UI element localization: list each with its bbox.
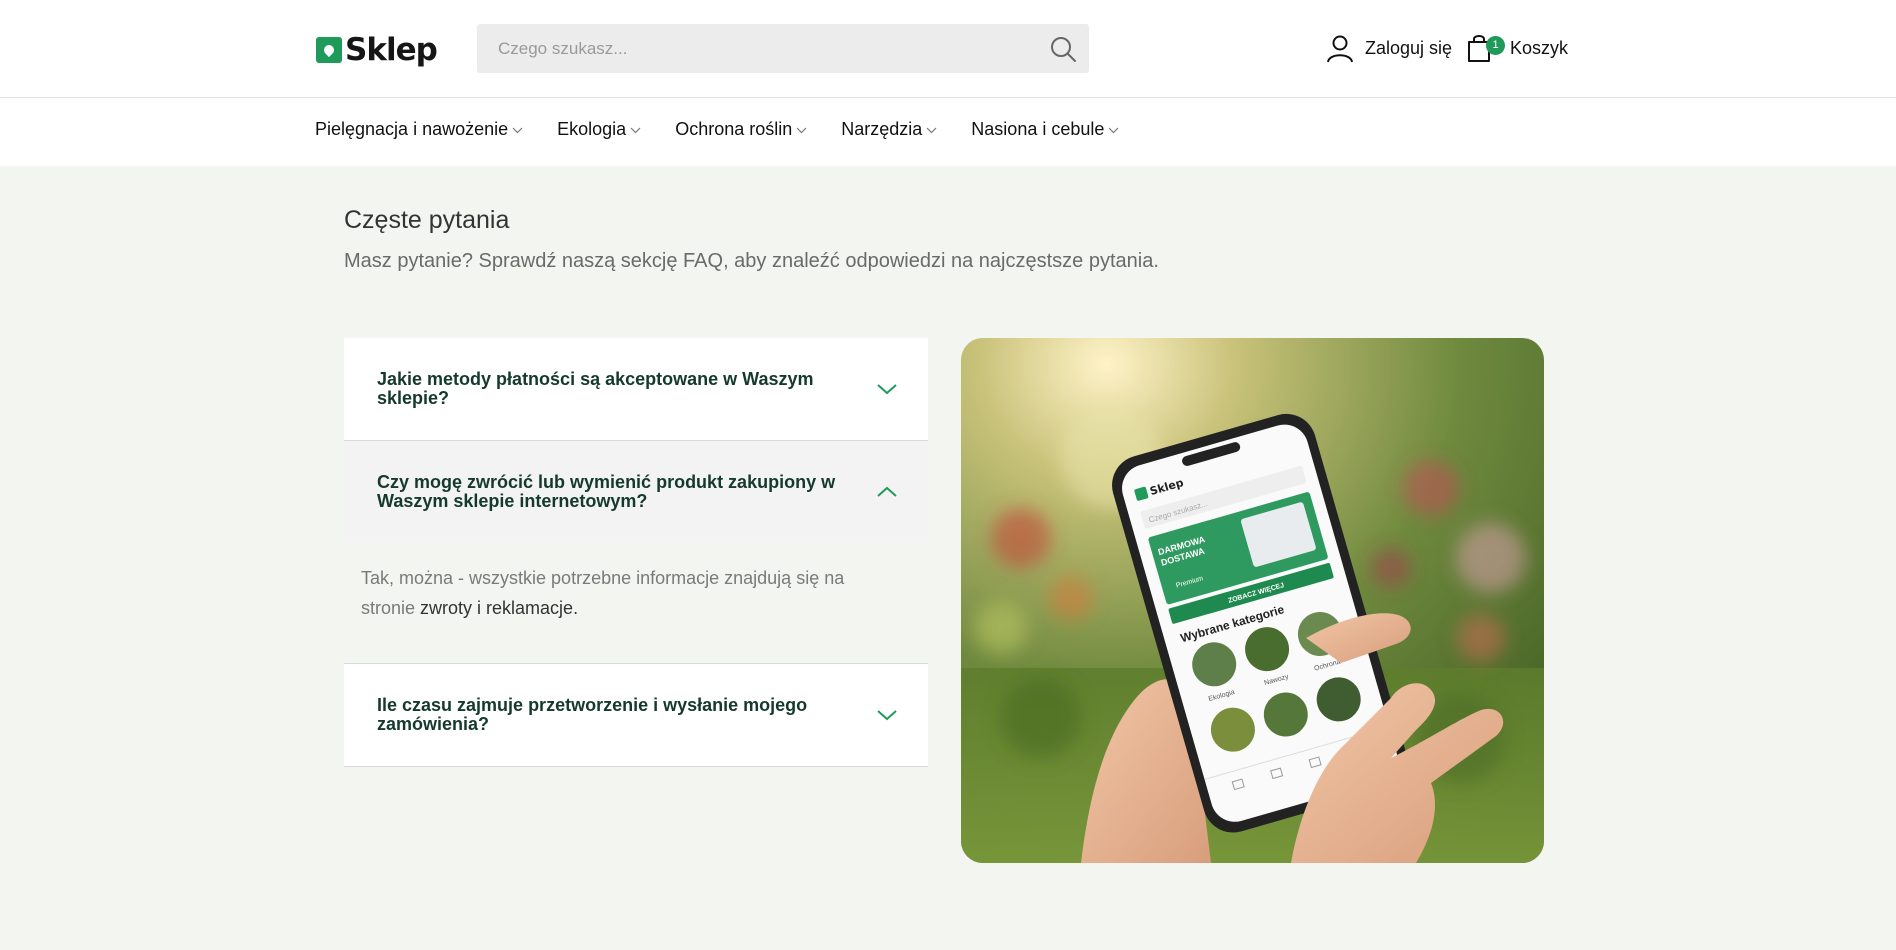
search-bar [477, 24, 1089, 73]
faq-section: Częste pytania Masz pytanie? Sprawdź nas… [0, 166, 1896, 950]
nav-item-label: Pielęgnacja i nawożenie [315, 119, 509, 139]
nav-item-label: Ekologia [557, 119, 627, 139]
chevron-down-icon [796, 127, 807, 134]
faq-question-text: Jakie metody płatności są akceptowane w … [377, 369, 814, 408]
phone-in-hand-illustration: Sklep Czego szukasz... DARMOWA DOSTAWA P… [961, 338, 1544, 863]
login-label: Zaloguj się [1365, 37, 1453, 58]
nav-item-label: Nasiona i cebule [971, 119, 1105, 139]
faq-title: Częste pytania [344, 206, 510, 234]
search-icon[interactable] [1047, 33, 1079, 65]
top-header: Sklep Zaloguj się 1 Koszyk [0, 0, 1896, 98]
faq-question-returns[interactable]: Czy mogę zwrócić lub wymienić produkt za… [344, 441, 928, 543]
faq-accordion: Jakie metody płatności są akceptowane w … [344, 338, 928, 767]
faq-question-text: Czy mogę zwrócić lub wymienić produkt za… [377, 472, 836, 511]
chevron-down-icon [1108, 127, 1119, 134]
logo-leaf-icon [316, 37, 342, 63]
login-button[interactable]: Zaloguj się [1325, 32, 1452, 64]
faq-item: Jakie metody płatności są akceptowane w … [344, 338, 928, 441]
cart-count-badge: 1 [1486, 35, 1505, 55]
chevron-down-icon [877, 384, 897, 395]
nav-item-ochrona[interactable]: Ochrona roślin [675, 119, 807, 140]
faq-question-shipping[interactable]: Ile czasu zajmuje przetworzenie i wysłan… [344, 664, 928, 766]
user-icon [1327, 35, 1353, 63]
faq-answer: Tak, można - wszystkie potrzebne informa… [344, 543, 928, 663]
returns-link[interactable]: zwroty i reklamacje. [420, 598, 578, 618]
phone-app-photo: Sklep Czego szukasz... DARMOWA DOSTAWA P… [961, 338, 1544, 863]
main-navigation: Pielęgnacja i nawożenie Ekologia Ochrona… [0, 99, 1896, 166]
nav-item-label: Ochrona roślin [675, 119, 793, 139]
chevron-up-icon [877, 486, 897, 497]
nav-item-narzedzia[interactable]: Narzędzia [841, 119, 937, 140]
chevron-down-icon [512, 127, 523, 134]
faq-item: Czy mogę zwrócić lub wymienić produkt za… [344, 441, 928, 664]
nav-item-label: Narzędzia [841, 119, 923, 139]
chevron-down-icon [926, 127, 937, 134]
logo[interactable]: Sklep [316, 32, 438, 68]
faq-item: Ile czasu zajmuje przetworzenie i wysłan… [344, 664, 928, 767]
chevron-down-icon [630, 127, 641, 134]
cart-label: Koszyk [1510, 37, 1569, 58]
nav-item-nasiona[interactable]: Nasiona i cebule [971, 119, 1119, 140]
faq-question-text: Ile czasu zajmuje przetworzenie i wysłan… [377, 695, 808, 734]
faq-question-payment[interactable]: Jakie metody płatności są akceptowane w … [344, 338, 928, 440]
logo-text: Sklep [345, 32, 438, 68]
nav-item-pielegnacja[interactable]: Pielęgnacja i nawożenie [315, 119, 523, 140]
cart-button[interactable]: 1 Koszyk [1466, 32, 1568, 64]
chevron-down-icon [877, 710, 897, 721]
nav-item-ekologia[interactable]: Ekologia [557, 119, 641, 140]
faq-subtitle: Masz pytanie? Sprawdź naszą sekcję FAQ, … [344, 250, 1159, 272]
search-input[interactable] [477, 24, 1037, 73]
